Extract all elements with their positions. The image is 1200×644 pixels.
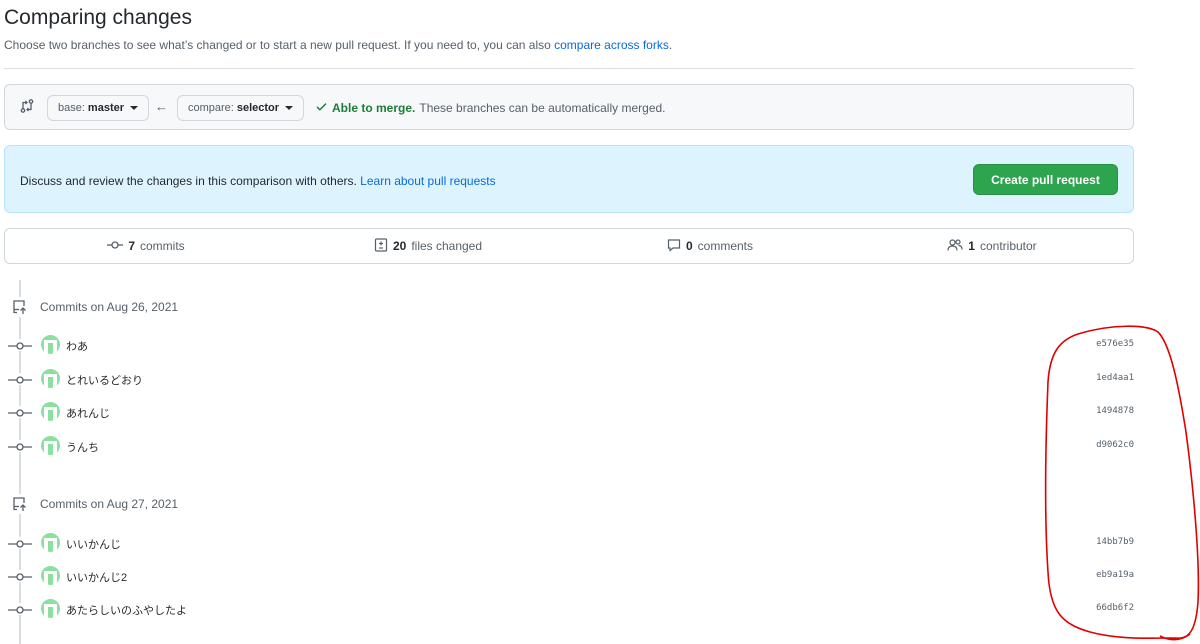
commit-sha[interactable]: e576e35 <box>1096 339 1134 349</box>
commit-message[interactable]: わあ <box>66 338 88 354</box>
contributors-label: contributor <box>979 239 1037 253</box>
arrow-left-icon: ← <box>155 99 168 114</box>
base-branch-button[interactable]: base: master <box>47 95 149 121</box>
git-commit-icon <box>8 537 32 549</box>
commit-message[interactable]: あたらしいのふやしたよ <box>66 602 187 618</box>
merge-status: Able to merge. These branches can be aut… <box>315 100 666 116</box>
file-diff-icon <box>374 237 388 255</box>
page-subtitle-end: . <box>668 38 673 52</box>
chevron-down-icon <box>285 106 294 110</box>
commits-count: 7 <box>128 239 135 253</box>
commit-row: うんち d9062c0 <box>0 435 1140 457</box>
files-changed-label: files changed <box>411 239 483 253</box>
blank-slate-message: Discuss and review the changes in this c… <box>20 174 357 188</box>
avatar[interactable] <box>41 402 60 421</box>
overall-summary: 7 commits 20 files changed 0 comments 1 … <box>4 228 1134 264</box>
comment-icon <box>667 238 681 255</box>
commit-row: いいかんじ 14bb7b9 <box>0 532 1140 554</box>
compare-branch-name: selector <box>236 102 280 114</box>
commit-sha[interactable]: 1494878 <box>1096 406 1134 416</box>
git-compare-icon <box>19 98 35 114</box>
commit-sha[interactable]: d9062c0 <box>1096 440 1134 450</box>
commits-label: commits <box>140 239 185 253</box>
avatar[interactable] <box>41 335 60 354</box>
commit-row: あたらしいのふやしたよ 66db6f2 <box>0 598 1140 620</box>
base-prefix: base: <box>58 102 85 114</box>
avatar[interactable] <box>41 369 60 388</box>
git-commit-icon <box>107 239 124 254</box>
git-commit-icon <box>8 339 32 351</box>
page-title: Comparing changes <box>4 6 192 29</box>
git-commit-icon <box>8 570 32 582</box>
comments-count: 0 <box>685 239 693 253</box>
create-pull-request-button[interactable]: Create pull request <box>973 164 1118 195</box>
commit-message[interactable]: あれんじ <box>66 405 110 421</box>
commit-sha[interactable]: 1ed4aa1 <box>1096 373 1134 383</box>
commit-sha[interactable]: 66db6f2 <box>1096 603 1134 613</box>
commit-row: とれいるどおり 1ed4aa1 <box>0 368 1140 390</box>
compare-across-forks-link[interactable]: compare across forks <box>554 38 669 52</box>
commit-sha[interactable]: 14bb7b9 <box>1096 537 1134 547</box>
commit-row: いいかんじ2 eb9a19a <box>0 565 1140 587</box>
header-divider <box>4 68 1134 69</box>
git-commit-icon <box>8 440 32 452</box>
page-subtitle-text: Choose two branches to see what’s change… <box>4 38 551 52</box>
avatar[interactable] <box>41 599 60 618</box>
git-commit-icon <box>8 406 32 418</box>
commit-message[interactable]: いいかんじ2 <box>66 569 127 585</box>
base-branch-name: master <box>87 102 124 114</box>
learn-about-pull-requests-link[interactable]: Learn about pull requests <box>360 174 495 188</box>
blank-slate-text: Discuss and review the changes in this c… <box>20 174 496 188</box>
commit-sha[interactable]: eb9a19a <box>1096 570 1134 580</box>
files-changed-tab[interactable]: 20 files changed <box>287 229 569 263</box>
commit-message[interactable]: うんち <box>66 439 99 455</box>
range-editor: base: master ← compare: selector Able to… <box>4 84 1134 130</box>
compare-blank-slate: Discuss and review the changes in this c… <box>4 145 1134 213</box>
avatar[interactable] <box>41 533 60 552</box>
merge-ok-label: Able to merge. <box>332 101 416 115</box>
avatar[interactable] <box>41 436 60 455</box>
merge-status-text: These branches can be automatically merg… <box>419 101 666 115</box>
check-icon <box>315 100 328 116</box>
chevron-down-icon <box>130 106 138 110</box>
page-subtitle: Choose two branches to see what’s change… <box>4 38 672 52</box>
commit-group-date: Commits on Aug 26, 2021 <box>40 300 179 314</box>
commit-group-header: Commits on Aug 26, 2021 <box>10 297 178 317</box>
git-commit-icon <box>8 373 32 385</box>
compare-branch-button[interactable]: compare: selector <box>177 95 305 121</box>
repo-push-icon <box>10 297 30 317</box>
commit-group-date: Commits on Aug 27, 2021 <box>40 497 179 511</box>
commits-tab[interactable]: 7 commits <box>5 229 287 263</box>
commit-message[interactable]: とれいるどおり <box>66 372 143 388</box>
comments-tab[interactable]: 0 comments <box>569 229 851 263</box>
compare-prefix: compare: <box>188 102 234 114</box>
repo-push-icon <box>10 494 30 514</box>
avatar[interactable] <box>41 566 60 585</box>
commit-row: わあ e576e35 <box>0 334 1140 356</box>
git-commit-icon <box>8 603 32 615</box>
comments-label: comments <box>697 239 754 253</box>
commit-row: あれんじ 1494878 <box>0 401 1140 423</box>
contributors-count: 1 <box>968 239 975 253</box>
people-icon <box>947 238 963 255</box>
files-changed-count: 20 <box>392 239 407 253</box>
contributors-tab[interactable]: 1 contributor <box>851 229 1133 263</box>
commit-group-header: Commits on Aug 27, 2021 <box>10 494 178 514</box>
commit-message[interactable]: いいかんじ <box>66 536 121 552</box>
